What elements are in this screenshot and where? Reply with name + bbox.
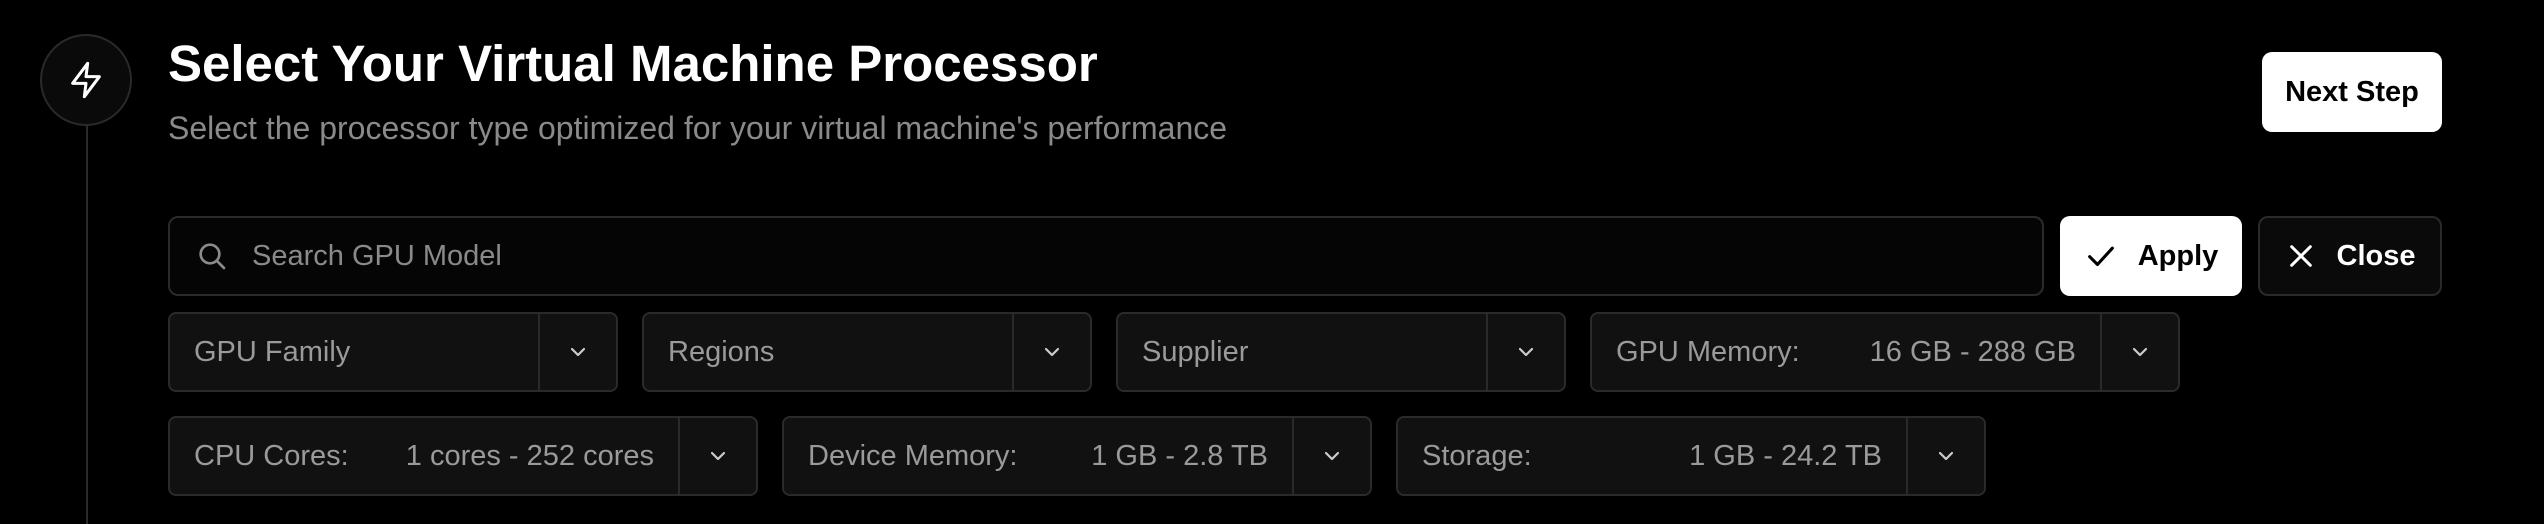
chevron-down-icon [1938, 451, 1954, 461]
chevron-down-icon [1324, 451, 1340, 461]
step-indicator [40, 34, 132, 126]
regions-filter[interactable]: Regions [642, 312, 1092, 392]
gpu-family-label: GPU Family [194, 335, 351, 368]
device-memory-label: Device Memory: [808, 439, 1018, 472]
storage-range: 1 GB - 24.2 TB [1689, 439, 1882, 472]
next-step-button[interactable]: Next Step [2262, 52, 2442, 132]
step-connector-line [86, 126, 88, 524]
gpu-family-dropdown-toggle[interactable] [538, 314, 616, 390]
close-button[interactable]: Close [2258, 216, 2442, 296]
regions-filter-body: Regions [644, 314, 1012, 390]
storage-dropdown-toggle[interactable] [1906, 418, 1984, 494]
gpu-memory-label: GPU Memory: [1616, 335, 1800, 368]
cpu-cores-label: CPU Cores: [194, 439, 349, 472]
cpu-cores-range: 1 cores - 252 cores [405, 439, 654, 472]
storage-filter-body: Storage: 1 GB - 24.2 TB [1398, 418, 1906, 494]
apply-button[interactable]: Apply [2060, 216, 2242, 296]
close-icon [2289, 245, 2312, 267]
storage-filter[interactable]: Storage: 1 GB - 24.2 TB [1396, 416, 1986, 496]
device-memory-filter[interactable]: Device Memory: 1 GB - 2.8 TB [782, 416, 1372, 496]
gpu-memory-range: 16 GB - 288 GB [1869, 335, 2076, 368]
chevron-down-icon [1044, 347, 1060, 357]
device-memory-filter-body: Device Memory: 1 GB - 2.8 TB [784, 418, 1292, 494]
page-title: Select Your Virtual Machine Processor [168, 35, 1098, 92]
storage-label: Storage: [1422, 439, 1532, 472]
chevron-down-icon [2132, 347, 2148, 357]
chevron-down-icon [570, 347, 586, 357]
cpu-cores-filter-body: CPU Cores: 1 cores - 252 cores [170, 418, 678, 494]
gpu-memory-filter[interactable]: GPU Memory: 16 GB - 288 GB [1590, 312, 2180, 392]
gpu-family-filter[interactable]: GPU Family [168, 312, 618, 392]
chevron-down-icon [1518, 347, 1534, 357]
device-memory-dropdown-toggle[interactable] [1292, 418, 1370, 494]
device-memory-range: 1 GB - 2.8 TB [1091, 439, 1268, 472]
supplier-filter[interactable]: Supplier [1116, 312, 1566, 392]
gpu-memory-dropdown-toggle[interactable] [2100, 314, 2178, 390]
supplier-dropdown-toggle[interactable] [1486, 314, 1564, 390]
search-icon [196, 240, 228, 272]
page-subtitle: Select the processor type optimized for … [168, 110, 1228, 146]
close-label: Close [2336, 239, 2416, 272]
cpu-cores-dropdown-toggle[interactable] [678, 418, 756, 494]
supplier-filter-body: Supplier [1118, 314, 1486, 390]
supplier-label: Supplier [1142, 335, 1249, 368]
gpu-memory-filter-body: GPU Memory: 16 GB - 288 GB [1592, 314, 2100, 390]
lightning-icon [71, 61, 101, 99]
chevron-down-icon [710, 451, 726, 461]
apply-label: Apply [2137, 239, 2219, 272]
check-icon [2087, 246, 2114, 267]
gpu-family-filter-body: GPU Family [170, 314, 538, 390]
regions-label: Regions [668, 335, 775, 368]
gpu-search-field[interactable] [168, 216, 2044, 296]
search-input[interactable] [250, 225, 2042, 287]
regions-dropdown-toggle[interactable] [1012, 314, 1090, 390]
cpu-cores-filter[interactable]: CPU Cores: 1 cores - 252 cores [168, 416, 758, 496]
